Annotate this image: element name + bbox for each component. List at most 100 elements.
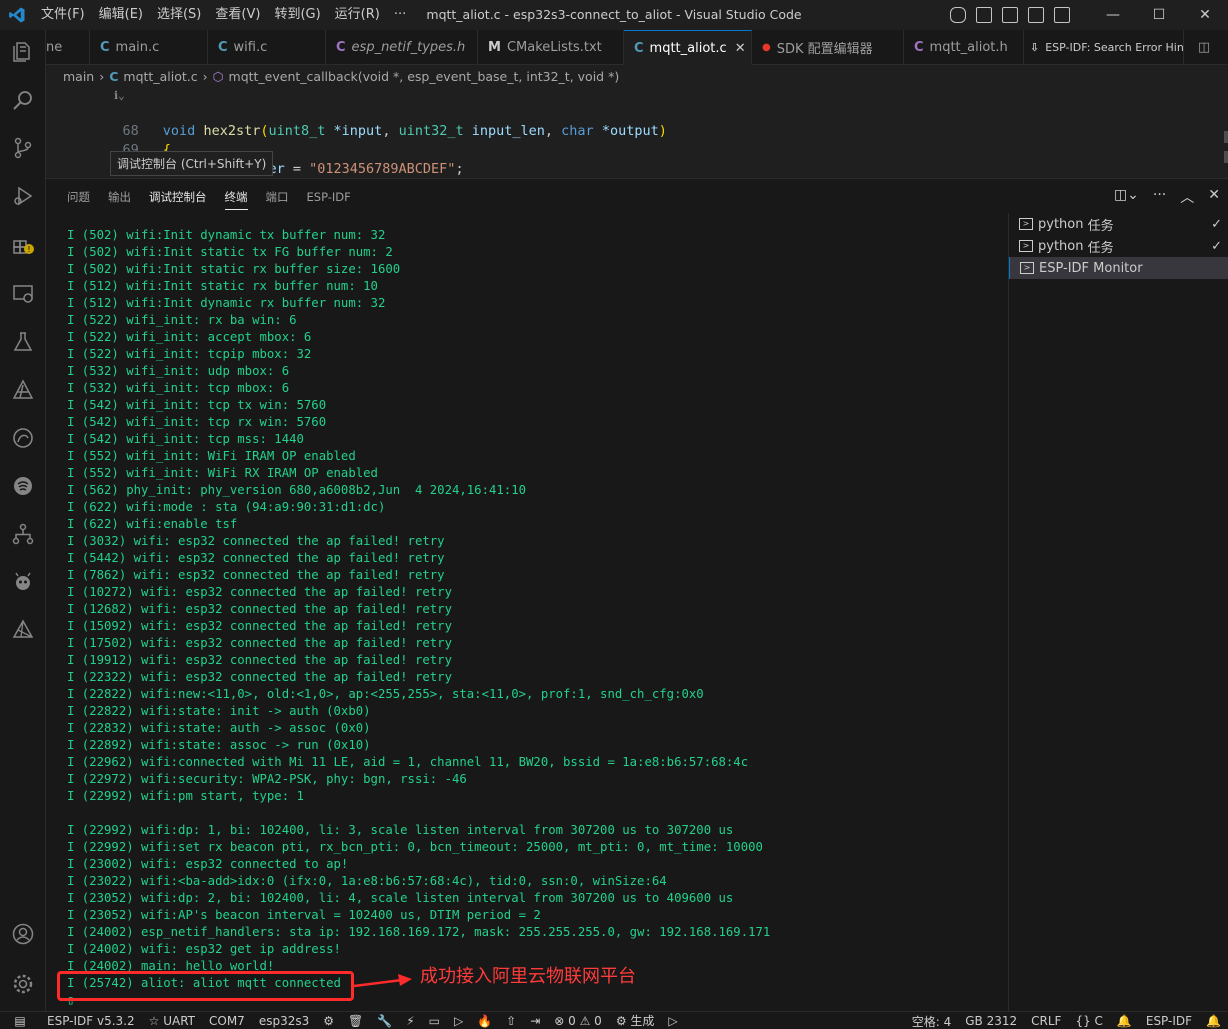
terminal-line: I (502) wifi:Init dynamic tx buffer num:… (67, 228, 386, 242)
tab-problems[interactable]: 问题 (67, 185, 90, 209)
debug-icon[interactable]: ▷ (447, 1014, 470, 1028)
copilot-status-icon[interactable]: 🔔 (1110, 1014, 1139, 1028)
minimize-button[interactable]: — (1090, 0, 1136, 30)
more-actions-icon[interactable]: ··· (1153, 187, 1166, 207)
breadcrumb-folder[interactable]: main (63, 69, 94, 84)
annotation-highlight-box (57, 971, 354, 1001)
status-port[interactable]: COM7 (202, 1014, 252, 1028)
code-line-68: 68 void hex2str(uint8_t *input, uint32_t … (46, 103, 667, 139)
build-wrench-icon[interactable]: 🔧 (370, 1014, 399, 1028)
maximize-panel-icon[interactable]: ︿ (1180, 187, 1194, 207)
task-item-python-2[interactable]: > python 任务 ✓ (1009, 235, 1228, 257)
split-terminal-icon[interactable]: ◫⌄ (1114, 187, 1139, 207)
full-clean-icon[interactable]: 🗑 (341, 1014, 370, 1028)
remote-explorer-icon[interactable] (9, 280, 37, 308)
menu-file[interactable]: 文件(F) (34, 0, 92, 30)
task-item-python-1[interactable]: > python 任务 ✓ (1009, 213, 1228, 235)
build-flash-monitor-icon[interactable]: 🔥 (470, 1014, 499, 1028)
status-flash-method[interactable]: ☆ UART (142, 1014, 202, 1028)
tab-esp-netif-types-h[interactable]: Cesp_netif_types.h (326, 30, 478, 65)
breadcrumb-symbol[interactable]: mqtt_event_callback(void *, esp_event_ba… (229, 69, 620, 84)
manage-gear-icon[interactable] (9, 970, 37, 998)
breadcrumb-file[interactable]: mqtt_aliot.c (123, 69, 197, 84)
tab-sdk-config-editor[interactable]: ● SDK 配置编辑器 (752, 30, 904, 65)
flash-icon[interactable]: ⚡ (399, 1014, 421, 1028)
monitor-icon[interactable]: ▭ (422, 1014, 447, 1028)
menu-run[interactable]: 运行(R) (328, 0, 387, 30)
notifications-bell-icon[interactable]: 🔔 (1199, 1014, 1228, 1028)
terminal-icon[interactable]: ⇥ (523, 1014, 547, 1028)
customize-layout-icon[interactable] (1054, 7, 1070, 23)
terminal-line: I (522) wifi_init: accept mbox: 6 (67, 330, 312, 344)
remote-indicator-icon[interactable]: ▤ (0, 1014, 40, 1028)
build-status[interactable]: ⚙ 生成 (609, 1012, 662, 1029)
menu-go[interactable]: 转到(G) (267, 0, 327, 30)
code-editor[interactable]: ℹ︎⌄ 68 void hex2str(uint8_t *input, uint3… (46, 87, 1228, 178)
extensions-icon[interactable]: ! (9, 230, 37, 258)
close-window-button[interactable]: ✕ (1182, 0, 1228, 30)
paren-token: ) (658, 123, 667, 139)
tab-esp-idf[interactable]: ESP-IDF (307, 186, 351, 208)
toggle-sidebar-icon[interactable] (976, 7, 992, 23)
copilot-icon[interactable] (950, 7, 966, 23)
close-panel-icon[interactable]: ✕ (1208, 187, 1220, 207)
tab-esp-idf-search-error-hint[interactable]: ⇩ ESP-IDF: Search Error Hint (1024, 30, 1184, 65)
status-eol[interactable]: CRLF (1024, 1014, 1068, 1028)
source-control-icon[interactable] (9, 134, 37, 162)
tab-main-c[interactable]: Cmain.c (90, 30, 208, 65)
esp-idf-explorer-icon[interactable] (9, 376, 37, 404)
status-indentation[interactable]: 空格: 4 (905, 1013, 959, 1029)
terminal-icon: > (1019, 218, 1033, 230)
tab-mqtt-aliot-h[interactable]: Cmqtt_aliot.h (904, 30, 1024, 65)
terminal-output[interactable]: I (502) wifi:Init dynamic tx buffer num:… (67, 227, 1007, 1009)
toggle-secondary-sidebar-icon[interactable] (1028, 7, 1044, 23)
problems-count[interactable]: ⊗ 0 ⚠ 0 (547, 1014, 609, 1028)
testing-icon[interactable] (9, 328, 37, 356)
menu-selection[interactable]: 选择(S) (150, 0, 208, 30)
task-item-esp-idf-monitor[interactable]: > ESP-IDF Monitor (1009, 257, 1228, 279)
tab-cmakelists[interactable]: M CMakeLists.txt (478, 30, 624, 65)
cmake-icon[interactable] (9, 616, 37, 644)
terminal-line: I (19912) wifi: esp32 connected the ap f… (67, 653, 452, 667)
h-file-icon: C (336, 40, 346, 55)
run-icon[interactable]: ▷ (661, 1014, 684, 1028)
status-esp-idf[interactable]: ESP-IDF (1139, 1014, 1199, 1028)
openocd-icon[interactable]: ⇧ (499, 1014, 523, 1028)
terminal-line: I (522) wifi_init: tcpip mbox: 32 (67, 347, 312, 361)
search-icon[interactable] (9, 86, 37, 114)
espressif-wifi-icon[interactable] (9, 472, 37, 500)
split-editor-button[interactable]: ◫ (1184, 30, 1224, 65)
explorer-icon[interactable] (9, 38, 37, 66)
tab-partial[interactable]: ne (46, 30, 90, 65)
annotation-arrow-icon (354, 974, 412, 988)
tab-label: mqtt_aliot.c (649, 40, 727, 56)
platformio-icon[interactable] (9, 568, 37, 596)
status-esp-idf-version[interactable]: ESP-IDF v5.3.2 (40, 1014, 142, 1028)
espressif-icon[interactable] (9, 424, 37, 452)
toggle-panel-icon[interactable] (1002, 7, 1018, 23)
tab-wifi-c[interactable]: Cwifi.c (208, 30, 326, 65)
tab-output[interactable]: 输出 (108, 185, 131, 209)
tab-ports[interactable]: 端口 (266, 185, 289, 209)
status-language[interactable]: {} C (1068, 1014, 1109, 1028)
menu-edit[interactable]: 编辑(E) (92, 0, 150, 30)
component-tree-icon[interactable] (9, 520, 37, 548)
tab-label: main.c (115, 40, 160, 55)
menuconfig-gear-icon[interactable]: ⚙ (316, 1014, 341, 1028)
close-tab-icon[interactable]: ✕ (735, 41, 746, 56)
menu-more[interactable]: ··· (387, 0, 413, 30)
terminal-line: I (502) wifi:Init static tx FG buffer nu… (67, 245, 393, 259)
status-encoding[interactable]: GB 2312 (958, 1014, 1024, 1028)
tab-debug-console[interactable]: 调试控制台 (149, 185, 207, 209)
status-target[interactable]: esp32s3 (252, 1014, 316, 1028)
tab-terminal[interactable]: 终端 (224, 185, 248, 210)
tab-mqtt-aliot-c[interactable]: Cmqtt_aliot.c ✕ (624, 30, 752, 65)
split-editor-icon: ◫ (1197, 40, 1211, 55)
run-debug-icon[interactable] (9, 182, 37, 210)
terminal-line: I (512) wifi:Init static rx buffer num: … (67, 279, 378, 293)
maximize-button[interactable]: ☐ (1136, 0, 1182, 30)
vscode-logo-icon (0, 0, 34, 30)
accounts-icon[interactable] (9, 920, 37, 948)
menu-view[interactable]: 查看(V) (208, 0, 267, 30)
c-file-icon: C (218, 40, 228, 55)
